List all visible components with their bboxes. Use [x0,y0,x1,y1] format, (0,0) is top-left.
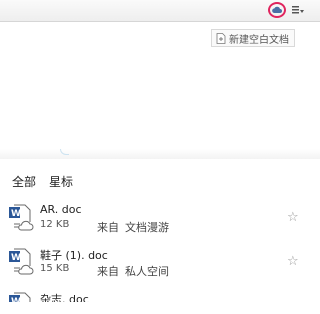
tab-all[interactable]: 全部 [12,173,36,190]
tab-starred[interactable]: 星标 [49,173,73,190]
new-blank-document-button[interactable]: 新建空白文档 [211,29,295,47]
file-source: 来自 文档漫游 [97,219,169,235]
new-document-icon [216,32,226,44]
section-divider [0,149,320,159]
file-name[interactable]: 鞋子 (1). doc [40,247,108,263]
file-source-prefix: 来自 [97,221,119,234]
file-list: W AR. doc 12 KB 来自 文档漫游 ☆ W 鞋子 (1). doc 1… [0,200,320,302]
file-source-location: 文档漫游 [125,221,169,234]
dropdown-menu-icon[interactable] [291,4,305,16]
star-icon[interactable]: ☆ [287,210,299,225]
file-source-location: 私人空间 [125,265,169,278]
file-row[interactable]: W 鞋子 (1). doc 15 KB 来自 私人空间 ☆ [0,244,320,288]
word-doc-icon: W [9,248,34,275]
cloud-icon [272,6,282,14]
star-icon[interactable]: ☆ [287,254,299,269]
file-source: 来自 私人空间 [97,263,169,279]
file-size: 12 KB [40,219,70,230]
svg-text:W: W [11,253,21,263]
new-blank-document-label: 新建空白文档 [229,34,289,46]
svg-text:W: W [11,297,21,302]
svg-text:W: W [11,209,21,219]
file-row[interactable]: W 杂志. doc [0,288,320,302]
cloud-sync-button[interactable] [268,2,286,18]
file-tabs: 全部 星标 [0,170,320,192]
file-source-prefix: 来自 [97,265,119,278]
word-doc-icon: W [9,292,31,302]
file-name[interactable]: AR. doc [40,203,82,216]
top-toolbar [0,0,320,22]
file-name[interactable]: 杂志. doc [40,291,89,302]
word-doc-icon: W [9,204,34,231]
file-row[interactable]: W AR. doc 12 KB 来自 文档漫游 ☆ [0,200,320,244]
file-size: 15 KB [40,263,70,274]
